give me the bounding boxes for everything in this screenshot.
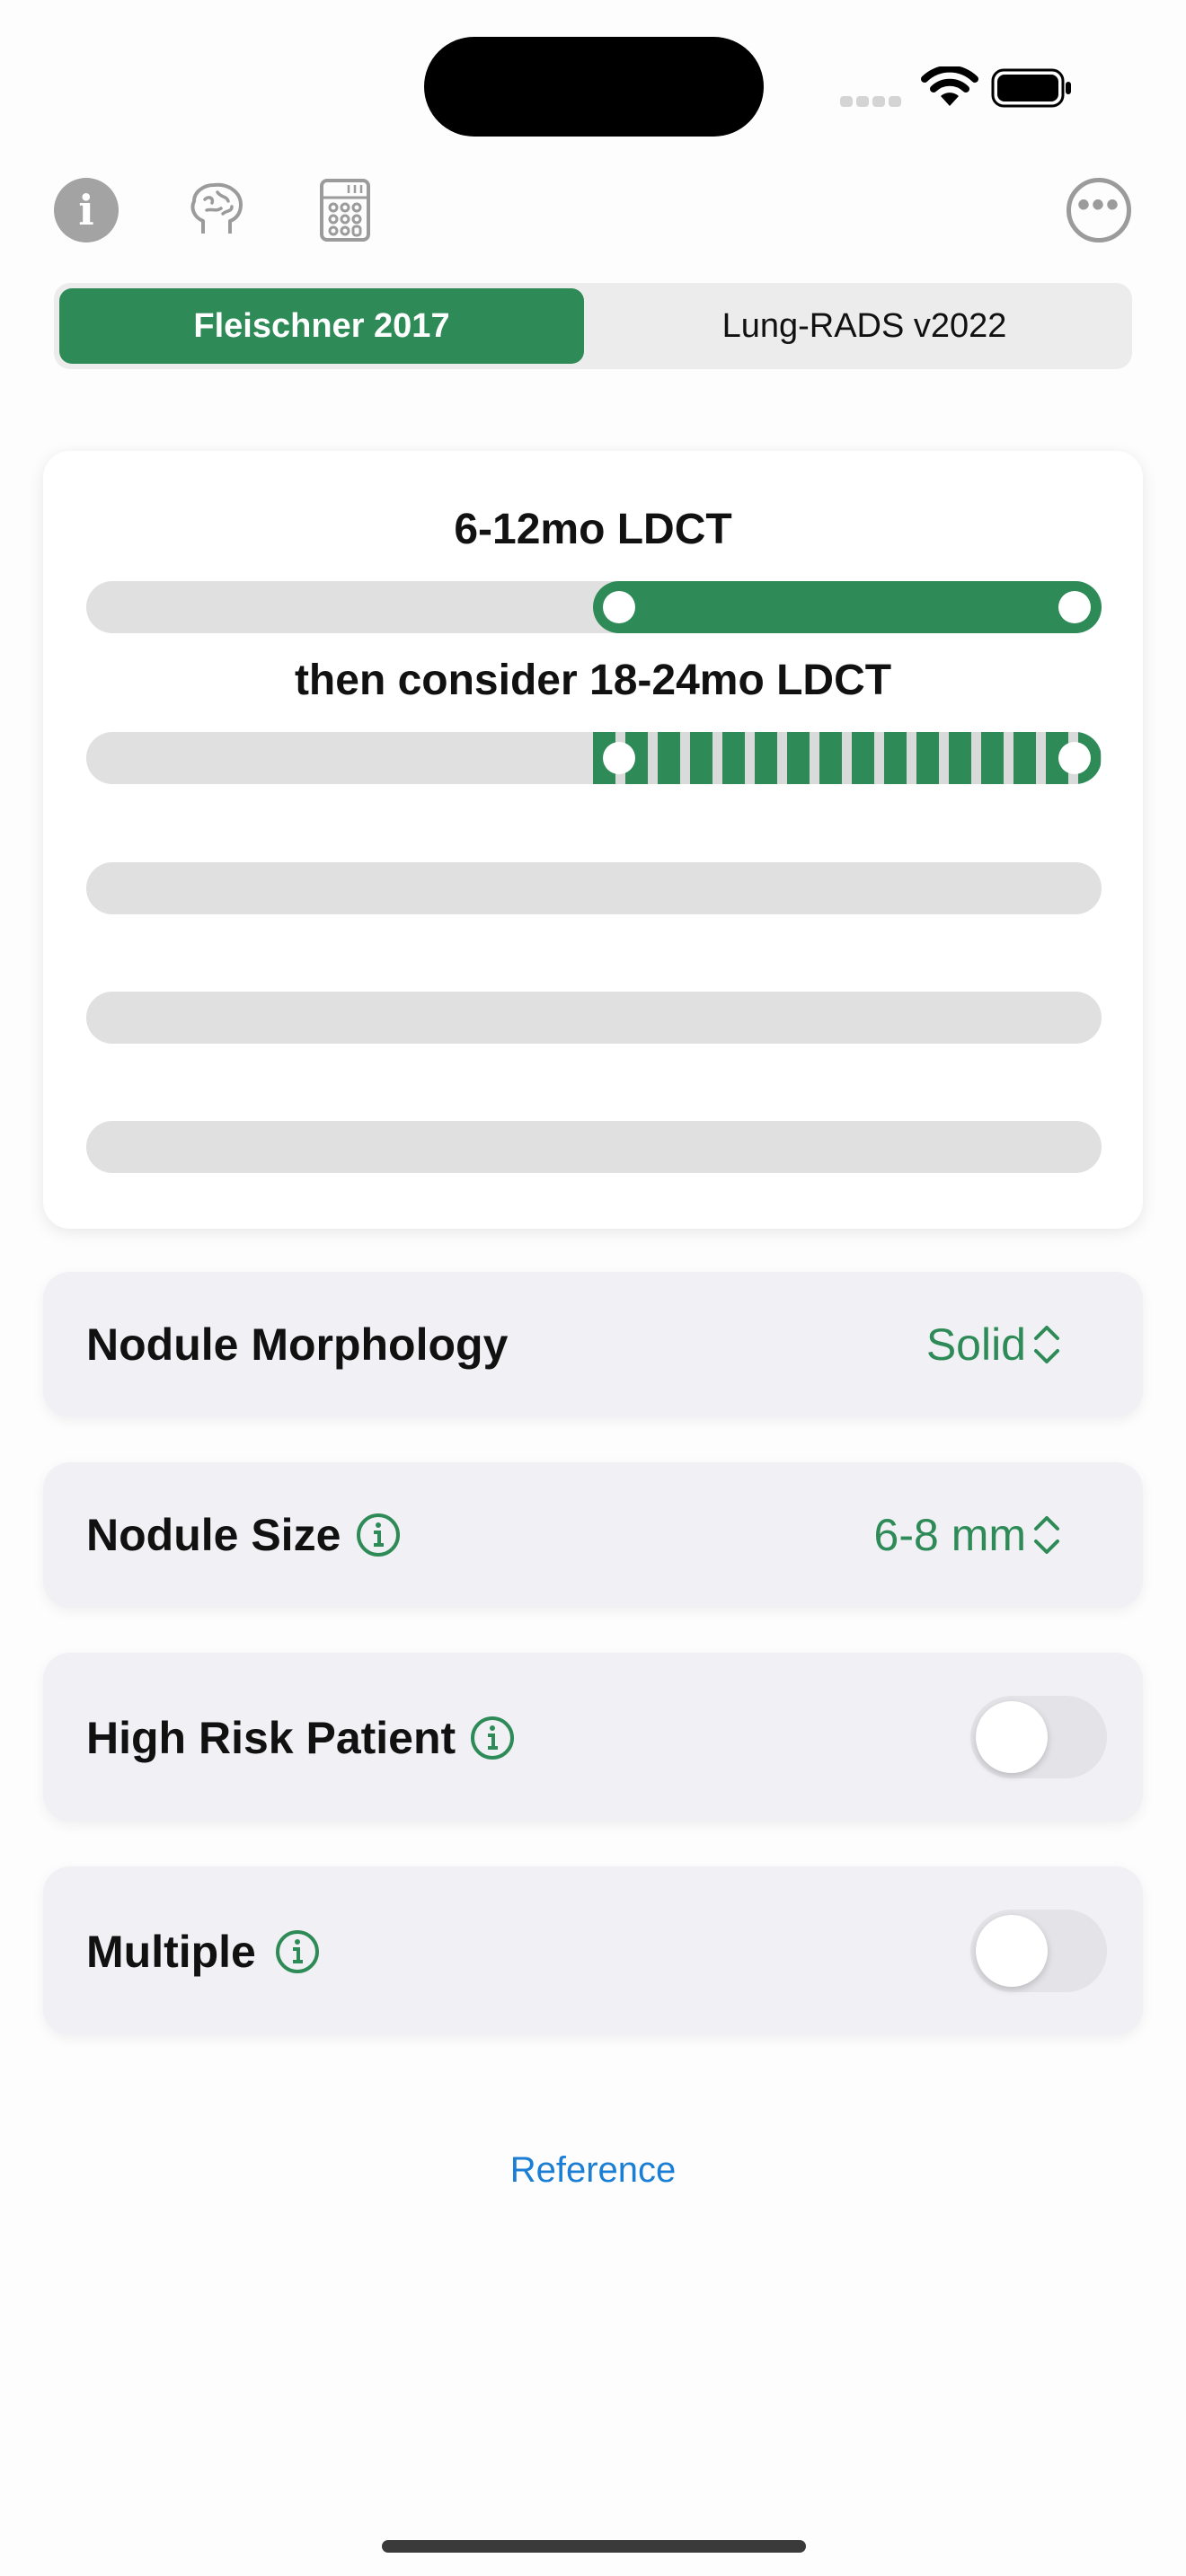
- timeline-end-marker: [1058, 742, 1091, 774]
- empty-timeline-bar: [86, 992, 1102, 1044]
- chevron-up-down-icon: [1034, 1516, 1059, 1554]
- home-indicator[interactable]: [382, 2540, 806, 2553]
- info-icon: i: [78, 186, 94, 234]
- primary-timeline-fill: [593, 581, 1102, 633]
- nodule-size-value[interactable]: 6-8 mm: [874, 1509, 1026, 1561]
- multiple-label: Multiple: [86, 1927, 256, 1977]
- info-button[interactable]: i: [54, 178, 119, 243]
- status-bar-right: [840, 66, 1083, 108]
- timeline-start-marker: [603, 591, 635, 623]
- empty-timeline-bar: [86, 862, 1102, 914]
- multiple-toggle[interactable]: [970, 1910, 1107, 1992]
- nodule-size-row[interactable]: Nodule Size 6-8 mm: [43, 1462, 1143, 1608]
- primary-recommendation: 6-12mo LDCT: [454, 506, 732, 553]
- timeline-end-marker: [1058, 591, 1091, 623]
- timeline-start-marker: [603, 742, 635, 774]
- info-icon[interactable]: [275, 1929, 320, 1974]
- nodule-morphology-value[interactable]: Solid: [926, 1319, 1026, 1371]
- guideline-segmented-control: Fleischner 2017 Lung-RADS v2022: [54, 283, 1132, 369]
- cellular-signal-icon: [840, 95, 905, 111]
- dynamic-island: [424, 37, 764, 137]
- brain-icon[interactable]: [185, 178, 250, 243]
- toggle-knob: [976, 1701, 1048, 1773]
- nodule-size-label: Nodule Size: [86, 1510, 341, 1560]
- tab-fleischner[interactable]: Fleischner 2017: [59, 288, 584, 364]
- empty-timeline-bar: [86, 1121, 1102, 1173]
- ellipsis-icon: •••: [1076, 185, 1120, 225]
- secondary-timeline-fill: [593, 732, 1102, 784]
- battery-icon: [991, 68, 1071, 108]
- more-options-button[interactable]: •••: [1067, 178, 1131, 243]
- secondary-timeline-bar: [86, 732, 1102, 784]
- wifi-icon: [921, 66, 978, 106]
- app-screen: i ••• Fleischner 2017 Lung-RADS v2022 6-…: [0, 0, 1186, 2576]
- high-risk-patient-label: High Risk Patient: [86, 1713, 456, 1763]
- primary-timeline-bar: [86, 581, 1102, 633]
- secondary-recommendation: then consider 18-24mo LDCT: [294, 657, 892, 704]
- high-risk-toggle[interactable]: [970, 1696, 1107, 1778]
- recommendation-card: 6-12mo LDCT then consider 18-24mo LDCT: [43, 451, 1143, 1229]
- info-icon[interactable]: [356, 1513, 401, 1557]
- high-risk-patient-row: High Risk Patient: [43, 1653, 1143, 1822]
- tab-lung-rads[interactable]: Lung-RADS v2022: [602, 288, 1127, 364]
- calculator-icon[interactable]: [318, 178, 372, 243]
- info-icon[interactable]: [470, 1716, 515, 1760]
- nodule-morphology-row[interactable]: Nodule Morphology Solid: [43, 1272, 1143, 1417]
- reference-link[interactable]: Reference: [0, 2150, 1186, 2191]
- chevron-up-down-icon: [1034, 1326, 1059, 1363]
- nodule-morphology-label: Nodule Morphology: [86, 1319, 509, 1370]
- toggle-knob: [976, 1915, 1048, 1987]
- multiple-nodules-row: Multiple: [43, 1866, 1143, 2035]
